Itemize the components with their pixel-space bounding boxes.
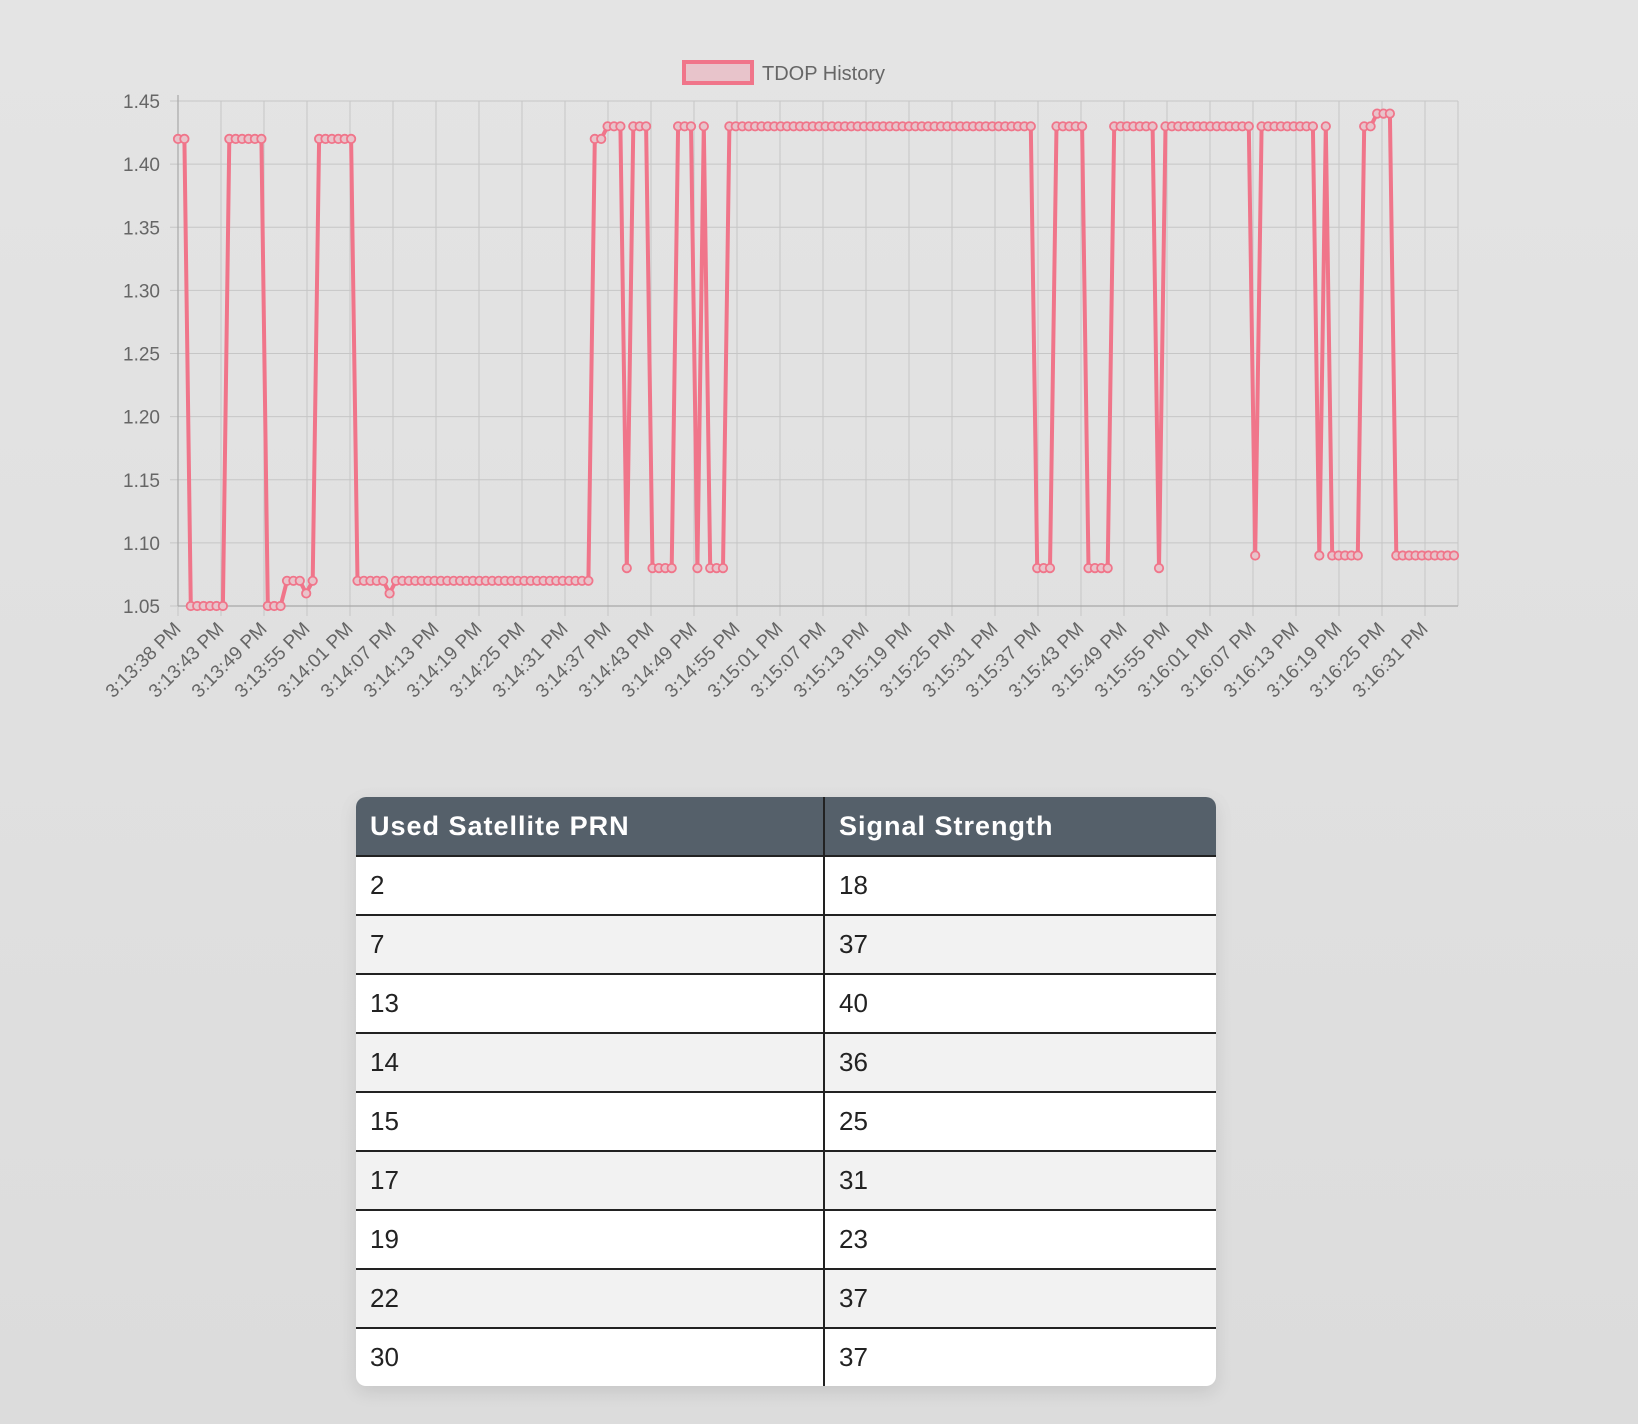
- chart-grid: [170, 95, 1459, 616]
- data-point: [1250, 550, 1261, 561]
- data-point: [1448, 550, 1460, 561]
- signal-cell: 37: [824, 914, 1216, 974]
- signal-cell: 23: [824, 1209, 1216, 1269]
- data-point: [256, 133, 267, 144]
- data-point: [1365, 121, 1376, 132]
- satellite-table: Used Satellite PRN Signal Strength 2 18 …: [356, 797, 1216, 1386]
- table-row: 2 18: [356, 855, 1216, 915]
- y-axis-ticks: 1.45 1.40 1.35 1.30 1.25 1.20 1.15 1.10 1.05: [123, 92, 160, 618]
- signal-cell: 37: [824, 1327, 1216, 1386]
- prn-cell: 13: [356, 973, 825, 1033]
- data-point: [1147, 121, 1158, 132]
- data-point: [1307, 121, 1319, 132]
- y-tick-label: 1.40: [123, 155, 160, 176]
- signal-cell: 25: [824, 1091, 1216, 1151]
- data-point: [698, 121, 709, 132]
- table-row: 19 23: [356, 1209, 1216, 1269]
- signal-cell: 31: [824, 1150, 1216, 1210]
- chart-series: [172, 108, 1460, 612]
- y-tick-label: 1.25: [123, 345, 160, 366]
- data-point: [1243, 121, 1254, 132]
- y-tick-label: 1.30: [123, 281, 160, 302]
- header-used-satellite-prn: Used Satellite PRN: [356, 797, 825, 856]
- table-header-row: Used Satellite PRN Signal Strength: [356, 797, 1216, 856]
- table-row: 22 37: [356, 1268, 1216, 1328]
- y-tick-label: 1.20: [123, 408, 160, 429]
- data-point: [1044, 562, 1056, 574]
- prn-cell: 2: [356, 855, 825, 915]
- data-point: [1153, 562, 1165, 574]
- data-point: [583, 575, 594, 586]
- data-point: [640, 121, 652, 132]
- table-row: 14 36: [356, 1032, 1216, 1092]
- table-row: 7 37: [356, 914, 1216, 974]
- prn-cell: 17: [356, 1150, 825, 1210]
- data-point: [615, 121, 626, 132]
- data-point: [1102, 562, 1113, 574]
- table-row: 30 37: [356, 1327, 1216, 1386]
- prn-cell: 22: [356, 1268, 825, 1328]
- y-tick-label: 1.05: [123, 597, 160, 618]
- data-point: [1320, 121, 1331, 132]
- data-point: [1025, 121, 1036, 132]
- table-row: 17 31: [356, 1150, 1216, 1210]
- table-row: 13 40: [356, 973, 1216, 1033]
- data-point: [1384, 108, 1396, 119]
- data-point: [666, 562, 677, 574]
- data-point: [179, 133, 190, 144]
- data-point: [692, 562, 703, 574]
- prn-cell: 30: [356, 1327, 825, 1386]
- data-point: [301, 588, 312, 599]
- tdop-chart-svg: TDOP History 1.45 1.40 1.35 1.30 1.25 1.20 1.1…: [102, 60, 1460, 703]
- prn-cell: 7: [356, 914, 825, 974]
- data-point: [275, 600, 286, 612]
- signal-cell: 18: [824, 855, 1216, 915]
- data-point: [1314, 550, 1325, 561]
- series-line: [178, 111, 1454, 608]
- y-tick-label: 1.15: [123, 471, 160, 492]
- data-point: [717, 562, 729, 574]
- data-point: [307, 575, 318, 586]
- chart-legend[interactable]: TDOP History: [682, 60, 885, 85]
- prn-cell: 15: [356, 1091, 825, 1151]
- data-point: [1077, 121, 1088, 132]
- table-row: 15 25: [356, 1091, 1216, 1151]
- signal-cell: 40: [824, 973, 1216, 1033]
- data-point: [217, 600, 228, 612]
- satellite-table-card: Used Satellite PRN Signal Strength 2 18 …: [356, 797, 1216, 1386]
- data-point: [384, 588, 395, 599]
- data-point: [1352, 550, 1363, 561]
- data-point: [345, 133, 357, 144]
- data-point: [378, 575, 389, 586]
- data-point: [294, 575, 305, 586]
- y-tick-label: 1.45: [123, 92, 160, 113]
- data-point: [685, 121, 697, 132]
- legend-label: TDOP History: [762, 63, 885, 85]
- prn-cell: 19: [356, 1209, 825, 1269]
- tdop-chart: TDOP History 1.45 1.40 1.35 1.30 1.25 1.20 1.1…: [0, 0, 1638, 760]
- signal-cell: 37: [824, 1268, 1216, 1328]
- y-tick-label: 1.35: [123, 218, 160, 239]
- x-axis-ticks: 3:13:38 PM3:13:43 PM3:13:49 PM3:13:55 PM…: [102, 619, 1433, 703]
- prn-cell: 14: [356, 1032, 825, 1092]
- data-point: [596, 133, 607, 144]
- header-signal-strength: Signal Strength: [824, 797, 1216, 856]
- legend-swatch: [682, 60, 754, 85]
- data-point: [621, 562, 632, 574]
- signal-cell: 36: [824, 1032, 1216, 1092]
- y-tick-label: 1.10: [123, 534, 160, 555]
